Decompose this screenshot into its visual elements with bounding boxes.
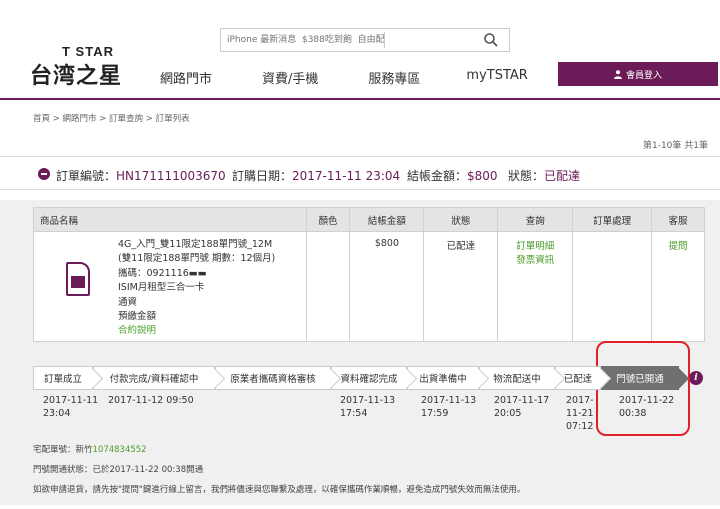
- col-product: 商品名稱: [33, 207, 307, 232]
- brand-logo-small[interactable]: T STAR: [62, 44, 114, 59]
- step-date: 2017-11-13 17:59: [421, 395, 477, 419]
- activation-status: 門號開通狀態：已於2017-11-22 00:38開通: [33, 465, 204, 475]
- order-amount-value: $800: [467, 169, 498, 183]
- product-details: 4G_入門_雙11限定188單門號_12M (雙11限定188單門號 期數：12…: [118, 238, 275, 339]
- col-color: 顏色: [305, 207, 351, 232]
- search-bar: [220, 28, 510, 52]
- step-in-delivery: 物流配送中: [479, 366, 555, 390]
- step-number-activated: 門號已開通: [601, 366, 679, 390]
- tracking-number-link[interactable]: 1074834552: [93, 445, 147, 455]
- col-processing: 訂單處理: [572, 207, 653, 232]
- order-amount: 結帳金額：$800: [407, 167, 498, 184]
- product-line: 通資: [118, 296, 138, 308]
- step-date: 2017-11-13 17:54: [340, 395, 396, 419]
- pagination-info: 第1-10筆 共1筆: [642, 141, 708, 151]
- site-header: T STAR 台湾之星 網路門市 資費/手機 服務專區 myTSTAR 會員登入: [0, 0, 720, 100]
- product-cell: 4G_入門_雙11限定188單門號_12M (雙11限定188單門號 期數：12…: [33, 231, 307, 342]
- color-cell: [305, 231, 351, 342]
- query-cell: 訂單明細 發票資訊: [497, 231, 574, 342]
- info-icon[interactable]: i: [689, 371, 703, 385]
- order-progress-timeline: 訂單成立 付款完成/資料確認中 原業者攜碼資格審核 資料確認完成 出貨準備中 物…: [33, 366, 687, 390]
- step-preparing-shipment: 出貨準備中: [407, 366, 479, 390]
- step-date: 2017-11-12 09:50: [108, 395, 194, 406]
- product-line: (雙11限定188單門號 期數：12個月): [118, 253, 276, 265]
- search-icon[interactable]: [483, 32, 499, 48]
- processing-cell: [572, 231, 653, 342]
- contract-link[interactable]: 合約說明: [118, 324, 275, 338]
- nav-mytstar[interactable]: myTSTAR: [466, 68, 527, 87]
- col-support: 客服: [651, 207, 705, 232]
- ask-question-link[interactable]: 提問: [652, 238, 704, 252]
- search-input[interactable]: [221, 29, 461, 51]
- nav-plans-phones[interactable]: 資費/手機: [262, 68, 318, 87]
- order-status-value: 已配達: [544, 169, 581, 183]
- order-status: 狀態：已配達: [508, 167, 580, 184]
- step-order-created: 訂單成立: [33, 366, 93, 390]
- step-port-review: 原業者攜碼資格審核: [215, 366, 331, 390]
- tracking-info: 宅配單號：新竹1074834552: [33, 440, 525, 460]
- amount-cell: $800: [349, 231, 425, 342]
- return-disclaimer: 如欲申請退貨，請先按"提問"鍵進行線上留言，我們將儘速與您聯繫及處理，以確保攜碼…: [33, 485, 526, 495]
- step-date: 2017-11-17 20:05: [494, 395, 550, 419]
- support-cell: 提問: [651, 231, 705, 342]
- invoice-info-link[interactable]: 發票資訊: [498, 252, 572, 266]
- order-number-value: HN171111003670: [116, 169, 226, 183]
- sim-card-icon: [66, 262, 90, 296]
- order-number-label: 訂單編號：: [56, 169, 117, 183]
- login-label: 會員登入: [625, 70, 662, 81]
- order-notes: 宅配單號：新竹1074834552 門號開通狀態：已於2017-11-22 00…: [33, 440, 525, 500]
- order-summary: 訂單編號：HN171111003670 訂購日期：2017-11-11 23:0…: [0, 156, 720, 190]
- order-date-label: 訂購日期：: [232, 169, 293, 183]
- col-status: 狀態: [423, 207, 499, 232]
- member-login-button[interactable]: 會員登入: [558, 62, 718, 86]
- search-divider: [384, 32, 385, 48]
- collapse-icon[interactable]: [38, 168, 50, 180]
- step-payment-confirmed: 付款完成/資料確認中: [93, 366, 215, 390]
- status-cell: 已配達: [423, 231, 499, 342]
- step-date: 2017-11-11 23:04: [43, 395, 99, 419]
- product-line: 4G_入門_雙11限定188單門號_12M: [118, 239, 273, 250]
- tracking-label: 宅配單號：新竹: [33, 445, 93, 455]
- order-detail-link[interactable]: 訂單明細: [498, 238, 572, 252]
- product-line: 預繳金額: [118, 311, 157, 323]
- main-nav: 網路門市 資費/手機 服務專區 myTSTAR: [160, 68, 578, 87]
- col-query: 查詢: [497, 207, 574, 232]
- step-data-confirmed: 資料確認完成: [331, 366, 407, 390]
- nav-online-store[interactable]: 網路門市: [160, 68, 212, 87]
- order-status-label: 狀態：: [508, 169, 545, 183]
- table-row: 4G_入門_雙11限定188單門號_12M (雙11限定188單門號 期數：12…: [33, 231, 705, 342]
- brand-logo[interactable]: 台湾之星: [30, 58, 122, 90]
- col-amount: 結帳金額: [349, 207, 425, 232]
- breadcrumb[interactable]: 首頁 > 網路門市 > 訂單查詢 > 訂單列表: [33, 112, 190, 124]
- product-line: 攜碼：0921116▬▬: [118, 267, 207, 279]
- order-date: 訂購日期：2017-11-11 23:04: [232, 167, 400, 184]
- user-icon: [613, 69, 622, 79]
- step-date: 2017- 11-21 07:12: [566, 395, 594, 432]
- order-number: 訂單編號：HN171111003670: [56, 167, 226, 184]
- order-amount-label: 結帳金額：: [407, 169, 468, 183]
- nav-service[interactable]: 服務專區: [368, 68, 420, 87]
- order-items-table: 商品名稱 顏色 結帳金額 狀態 查詢 訂單處理 客服 4G_入門_雙11限定18…: [33, 207, 705, 342]
- order-date-value: 2017-11-11 23:04: [292, 169, 401, 183]
- product-line: ISIM月租型三合一卡: [118, 282, 205, 294]
